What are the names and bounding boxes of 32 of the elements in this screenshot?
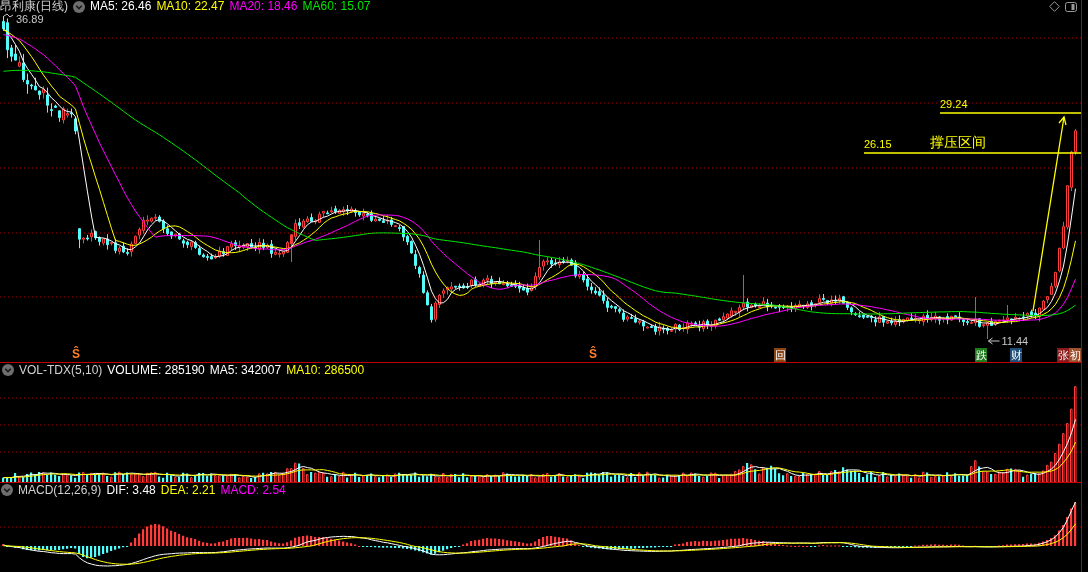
resistance-price-label: 29.24 [940,98,968,110]
chevron-down-icon[interactable] [2,364,14,376]
indicator-reading: DIF: 3.48 [106,483,156,497]
event-tag[interactable]: 回 [774,348,786,362]
high-price-label: 36.89 [16,13,44,25]
indicator-title: VOL-TDX(5,10) [19,363,103,377]
indicator-reading: MA10: 22.47 [156,0,225,13]
event-tag[interactable]: 跌 [975,348,987,362]
chevron-down-icon[interactable] [1,484,13,496]
indicator-reading: MA10: 286500 [286,363,365,377]
indicator-reading: MA5: 26.46 [90,0,152,13]
indicator-reading: DEA: 2.21 [160,483,216,497]
support-price-label: 26.15 [864,138,892,150]
zone-label: 撑压区间 [930,134,986,150]
indicator-reading: MA60: 15.07 [302,0,371,13]
event-tag[interactable]: 财 [1010,348,1022,362]
event-marker[interactable]: Ŝ [589,346,597,362]
event-tag[interactable]: 张 [1057,348,1069,362]
indicator-reading: VOLUME: 285190 [107,363,205,377]
low-price-arrow [988,337,1000,345]
chevron-down-icon[interactable] [73,0,85,13]
low-price-label: 11.44 [1001,335,1029,347]
indicator-reading: MACD: 2.54 [220,483,286,497]
panel-toggle-icon[interactable] [1065,1,1077,12]
event-marker[interactable]: Ŝ [72,346,80,362]
diamond-icon[interactable] [1049,1,1060,12]
indicator-reading: MA20: 18.46 [229,0,298,13]
chart-title: 昂利康(日线) [0,0,68,13]
indicator-reading: MA5: 342007 [209,363,282,377]
indicator-title: MACD(12,26,9) [18,483,102,497]
event-tag[interactable]: 初 [1069,348,1081,362]
leader-line [3,13,14,18]
